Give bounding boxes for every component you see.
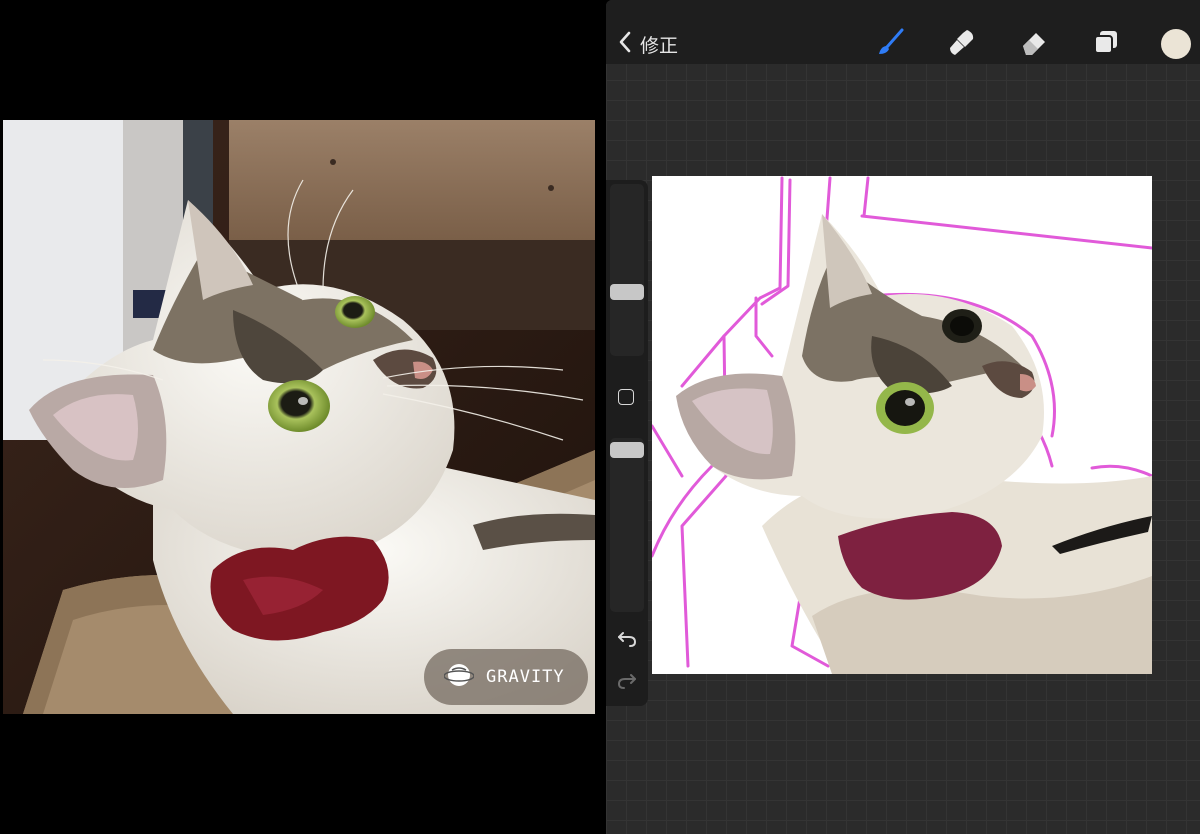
brush-opacity-thumb[interactable] [610, 442, 644, 458]
cat-photo-illustration [3, 120, 595, 714]
back-button[interactable]: 修正 [618, 28, 678, 60]
drawing-app: 修正 [606, 0, 1200, 834]
smudge-tool-button[interactable] [946, 28, 978, 60]
undo-button[interactable] [616, 628, 638, 654]
smudge-icon [947, 27, 977, 61]
watermark-label: GRAVITY [486, 667, 565, 687]
eraser-icon [1019, 27, 1049, 61]
brush-tool-button[interactable] [874, 28, 906, 60]
gravity-watermark: GRAVITY [424, 649, 588, 705]
side-toolbar [606, 180, 648, 706]
brush-size-slider[interactable] [610, 184, 644, 356]
planet-icon [443, 660, 475, 694]
undo-icon [616, 632, 638, 654]
redo-button[interactable] [616, 670, 638, 696]
color-picker-swatch[interactable] [1161, 29, 1191, 59]
reference-photo-pane: GRAVITY [0, 0, 604, 834]
eraser-tool-button[interactable] [1018, 28, 1050, 60]
brush-opacity-slider[interactable] [610, 438, 644, 612]
top-toolbar: 修正 [606, 0, 1200, 64]
cat-photo [3, 120, 595, 714]
chevron-left-icon [618, 31, 632, 58]
layers-button[interactable] [1090, 28, 1122, 60]
brush-size-thumb[interactable] [610, 284, 644, 300]
redo-icon [616, 674, 638, 696]
back-button-label: 修正 [640, 34, 679, 57]
layers-icon [1091, 27, 1121, 61]
cat-painting [652, 176, 1152, 674]
modify-button[interactable] [618, 389, 634, 405]
brush-icon [875, 27, 905, 61]
drawing-canvas[interactable] [652, 176, 1152, 674]
